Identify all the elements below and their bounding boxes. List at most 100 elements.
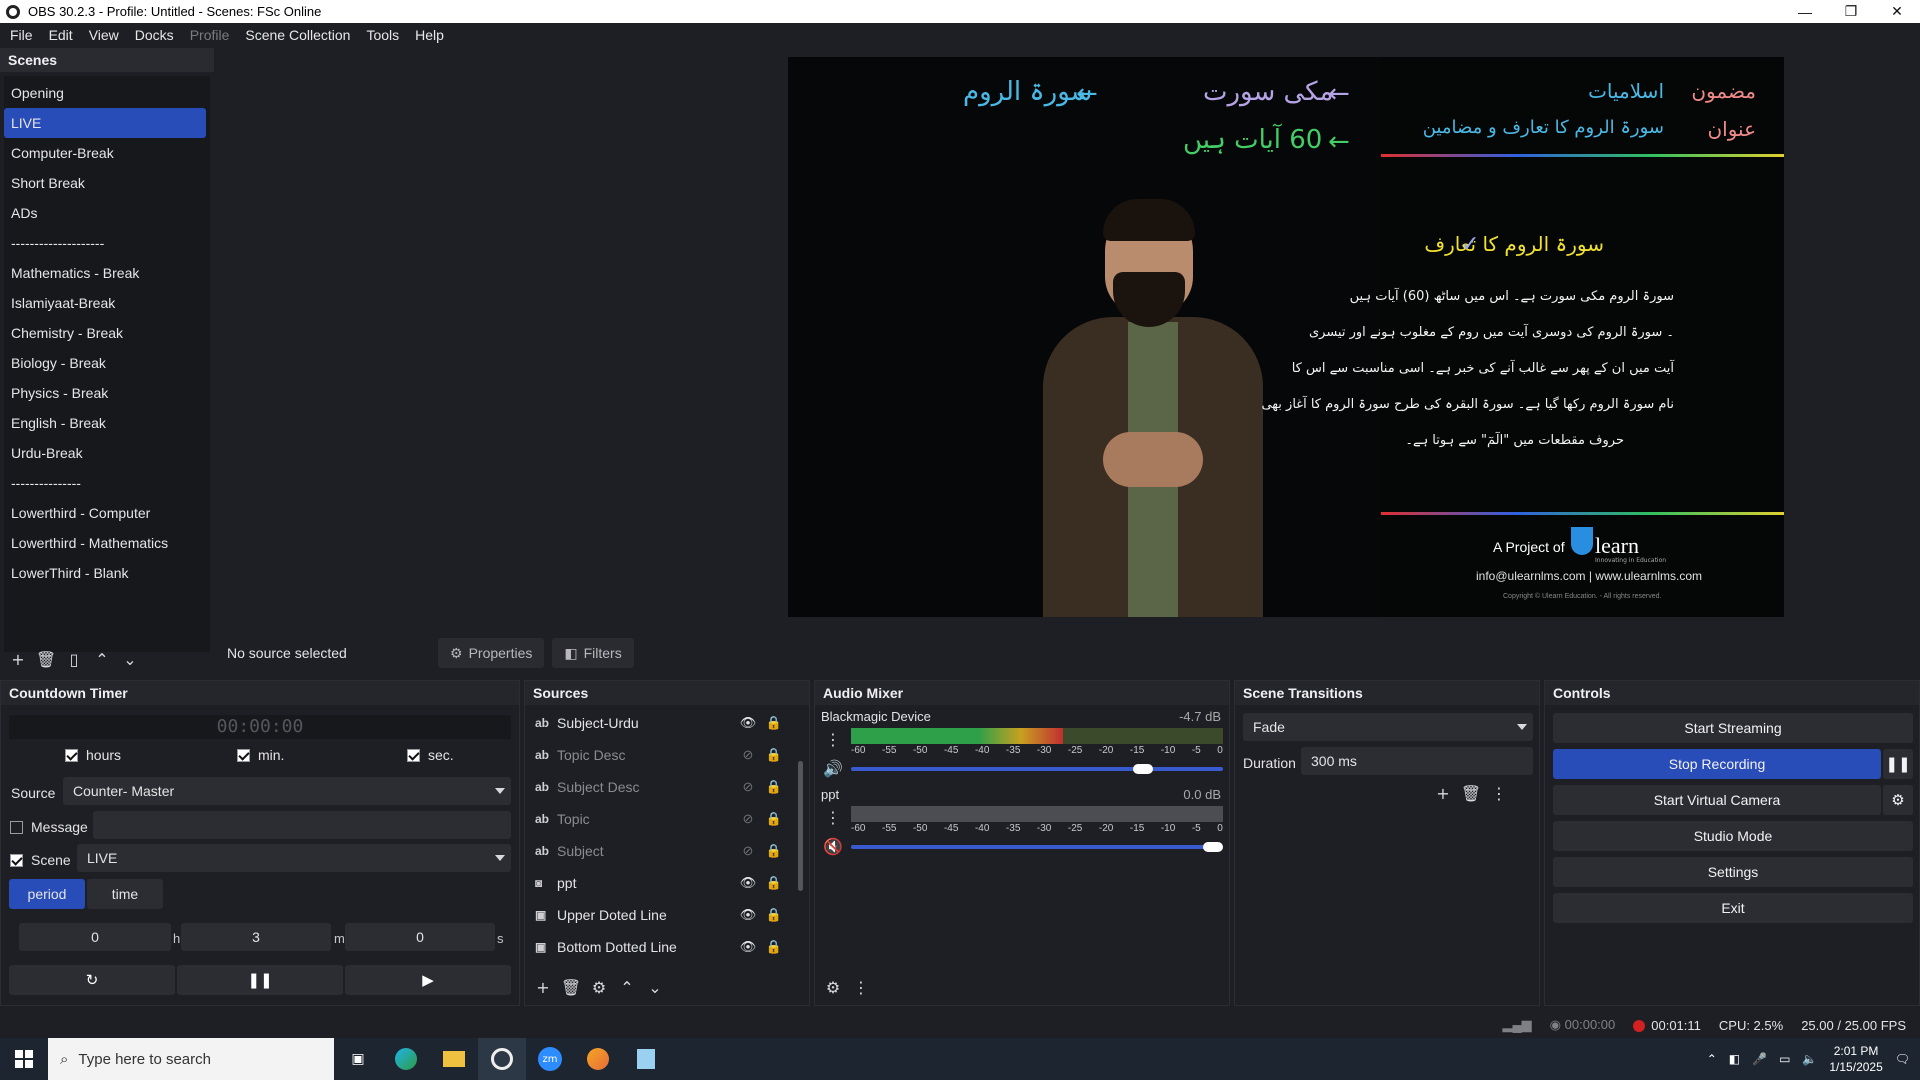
settings-button[interactable]: Settings (1553, 857, 1913, 887)
tab-period[interactable]: period (9, 879, 85, 909)
edge-icon[interactable] (382, 1038, 430, 1080)
kebab-menu-icon[interactable]: ⋮ (847, 975, 875, 999)
properties-button[interactable]: ⚙ Properties (438, 638, 545, 668)
transition-select[interactable]: Fade (1243, 713, 1533, 741)
virtual-camera-settings-button[interactable]: ⚙ (1883, 785, 1913, 815)
eye-hidden-icon[interactable]: ⊘ (735, 747, 761, 763)
scene-item[interactable]: ADs (4, 198, 210, 228)
scene-item[interactable]: Computer-Break (4, 138, 210, 168)
move-up-icon[interactable]: ⌃ (88, 647, 116, 671)
seconds-input[interactable]: 0 (345, 923, 495, 951)
min-checkbox[interactable]: min. (237, 747, 284, 763)
tab-time[interactable]: time (87, 879, 163, 909)
menu-profile[interactable]: Profile (182, 27, 238, 43)
volume-slider[interactable] (851, 764, 1223, 774)
pause-recording-button[interactable]: ❚❚ (1883, 749, 1913, 779)
task-view-icon[interactable]: ▣ (334, 1038, 382, 1080)
close-icon[interactable]: ✕ (1874, 0, 1920, 23)
network-icon[interactable]: ▭ (1779, 1052, 1790, 1066)
start-streaming-button[interactable]: Start Streaming (1553, 713, 1913, 743)
maximize-icon[interactable]: ❐ (1828, 0, 1874, 23)
speaker-muted-icon[interactable]: 🔇 (819, 834, 847, 858)
menu-help[interactable]: Help (407, 27, 452, 43)
lock-icon[interactable]: 🔒 (761, 779, 787, 795)
lock-icon[interactable]: 🔒 (761, 875, 787, 891)
scene-item[interactable]: -------------------- (4, 228, 210, 258)
scene-item[interactable]: Biology - Break (4, 348, 210, 378)
minutes-input[interactable]: 3 (181, 923, 331, 951)
taskbar-search[interactable]: ⌕ Type here to search (48, 1038, 334, 1080)
pause-button[interactable]: ❚❚ (177, 965, 343, 995)
scene-item[interactable]: LowerThird - Blank (4, 558, 210, 588)
file-explorer-icon[interactable] (430, 1038, 478, 1080)
scene-select[interactable]: LIVE (77, 844, 511, 872)
kebab-menu-icon[interactable]: ⋮ (819, 727, 847, 751)
scene-item[interactable]: --------------- (4, 468, 210, 498)
sec-checkbox[interactable]: sec. (407, 747, 454, 763)
volume-icon[interactable]: 🔈 (1802, 1052, 1817, 1066)
scene-item[interactable]: Lowerthird - Mathematics (4, 528, 210, 558)
scene-checkbox[interactable]: Scene (10, 852, 71, 868)
scene-item[interactable]: Urdu-Break (4, 438, 210, 468)
gear-icon[interactable]: ⚙ (585, 975, 613, 999)
menu-file[interactable]: File (2, 27, 41, 43)
filters-button[interactable]: ◧ Filters (552, 638, 634, 668)
source-item[interactable]: ◙ ppt 👁 🔒 (535, 868, 787, 898)
sources-scrollbar[interactable] (798, 761, 803, 891)
source-item[interactable]: ab Subject ⊘ 🔒 (535, 836, 787, 866)
source-item[interactable]: ab Subject Desc ⊘ 🔒 (535, 772, 787, 802)
minimize-icon[interactable]: — (1782, 0, 1828, 23)
scene-item[interactable]: Opening (4, 78, 210, 108)
advanced-audio-icon[interactable]: ⚙ (819, 975, 847, 999)
preview-canvas[interactable]: سورۃ الروم ← مکی سورت ← 60 آیات ہیں ← مض… (788, 57, 1784, 617)
add-scene-icon[interactable]: + (4, 647, 32, 671)
message-input[interactable] (93, 811, 511, 839)
app-icon[interactable] (574, 1038, 622, 1080)
source-select[interactable]: Counter- Master (63, 777, 511, 805)
scene-item[interactable]: Short Break (4, 168, 210, 198)
source-item[interactable]: ab Topic Desc ⊘ 🔒 (535, 740, 787, 770)
remove-transition-icon[interactable]: 🗑 (1457, 781, 1485, 805)
source-item[interactable]: ▣ Upper Doted Line 👁 🔒 (535, 900, 787, 930)
scene-item[interactable]: Lowerthird - Computer (4, 498, 210, 528)
reset-button[interactable]: ↻ (9, 965, 175, 995)
eye-icon[interactable]: 👁 (735, 875, 761, 891)
eye-icon[interactable]: 👁 (735, 715, 761, 731)
move-up-icon[interactable]: ⌃ (613, 975, 641, 999)
scene-item[interactable]: English - Break (4, 408, 210, 438)
lock-icon[interactable]: 🔒 (761, 811, 787, 827)
start-virtual-camera-button[interactable]: Start Virtual Camera (1553, 785, 1881, 815)
studio-mode-button[interactable]: Studio Mode (1553, 821, 1913, 851)
notifications-icon[interactable]: 🗨 (1895, 1052, 1910, 1066)
eye-hidden-icon[interactable]: ⊘ (735, 843, 761, 859)
scene-item[interactable]: Physics - Break (4, 378, 210, 408)
kebab-menu-icon[interactable]: ⋮ (819, 805, 847, 829)
add-transition-icon[interactable]: + (1429, 781, 1457, 805)
scene-item[interactable]: Chemistry - Break (4, 318, 210, 348)
source-item[interactable]: ▣ Bottom Dotted Line 👁 🔒 (535, 932, 787, 962)
start-button[interactable] (0, 1038, 48, 1080)
lock-icon[interactable]: 🔒 (761, 907, 787, 923)
volume-slider-handle[interactable] (1132, 764, 1153, 774)
play-button[interactable]: ▶ (345, 965, 511, 995)
kebab-menu-icon[interactable]: ⋮ (1485, 781, 1513, 805)
stop-recording-button[interactable]: Stop Recording (1553, 749, 1881, 779)
menu-docks[interactable]: Docks (127, 27, 182, 43)
source-item[interactable]: ab Subject-Urdu 👁 🔒 (535, 708, 787, 738)
remove-scene-icon[interactable]: 🗑 (32, 647, 60, 671)
hours-input[interactable]: 0 (19, 923, 171, 951)
volume-slider-handle[interactable] (1203, 842, 1223, 852)
eye-hidden-icon[interactable]: ⊘ (735, 779, 761, 795)
menu-edit[interactable]: Edit (41, 27, 81, 43)
notepad-icon[interactable] (622, 1038, 670, 1080)
zoom-icon[interactable]: zm (526, 1038, 574, 1080)
scene-filters-icon[interactable]: ▯ (60, 647, 88, 671)
lock-icon[interactable]: 🔒 (761, 747, 787, 763)
lock-icon[interactable]: 🔒 (761, 939, 787, 955)
obs-taskbar-icon[interactable] (478, 1038, 526, 1080)
eye-icon[interactable]: 👁 (735, 907, 761, 923)
volume-slider[interactable] (851, 842, 1223, 852)
menu-scene-collection[interactable]: Scene Collection (237, 27, 358, 43)
hours-checkbox[interactable]: hours (65, 747, 121, 763)
lock-icon[interactable]: 🔒 (761, 843, 787, 859)
